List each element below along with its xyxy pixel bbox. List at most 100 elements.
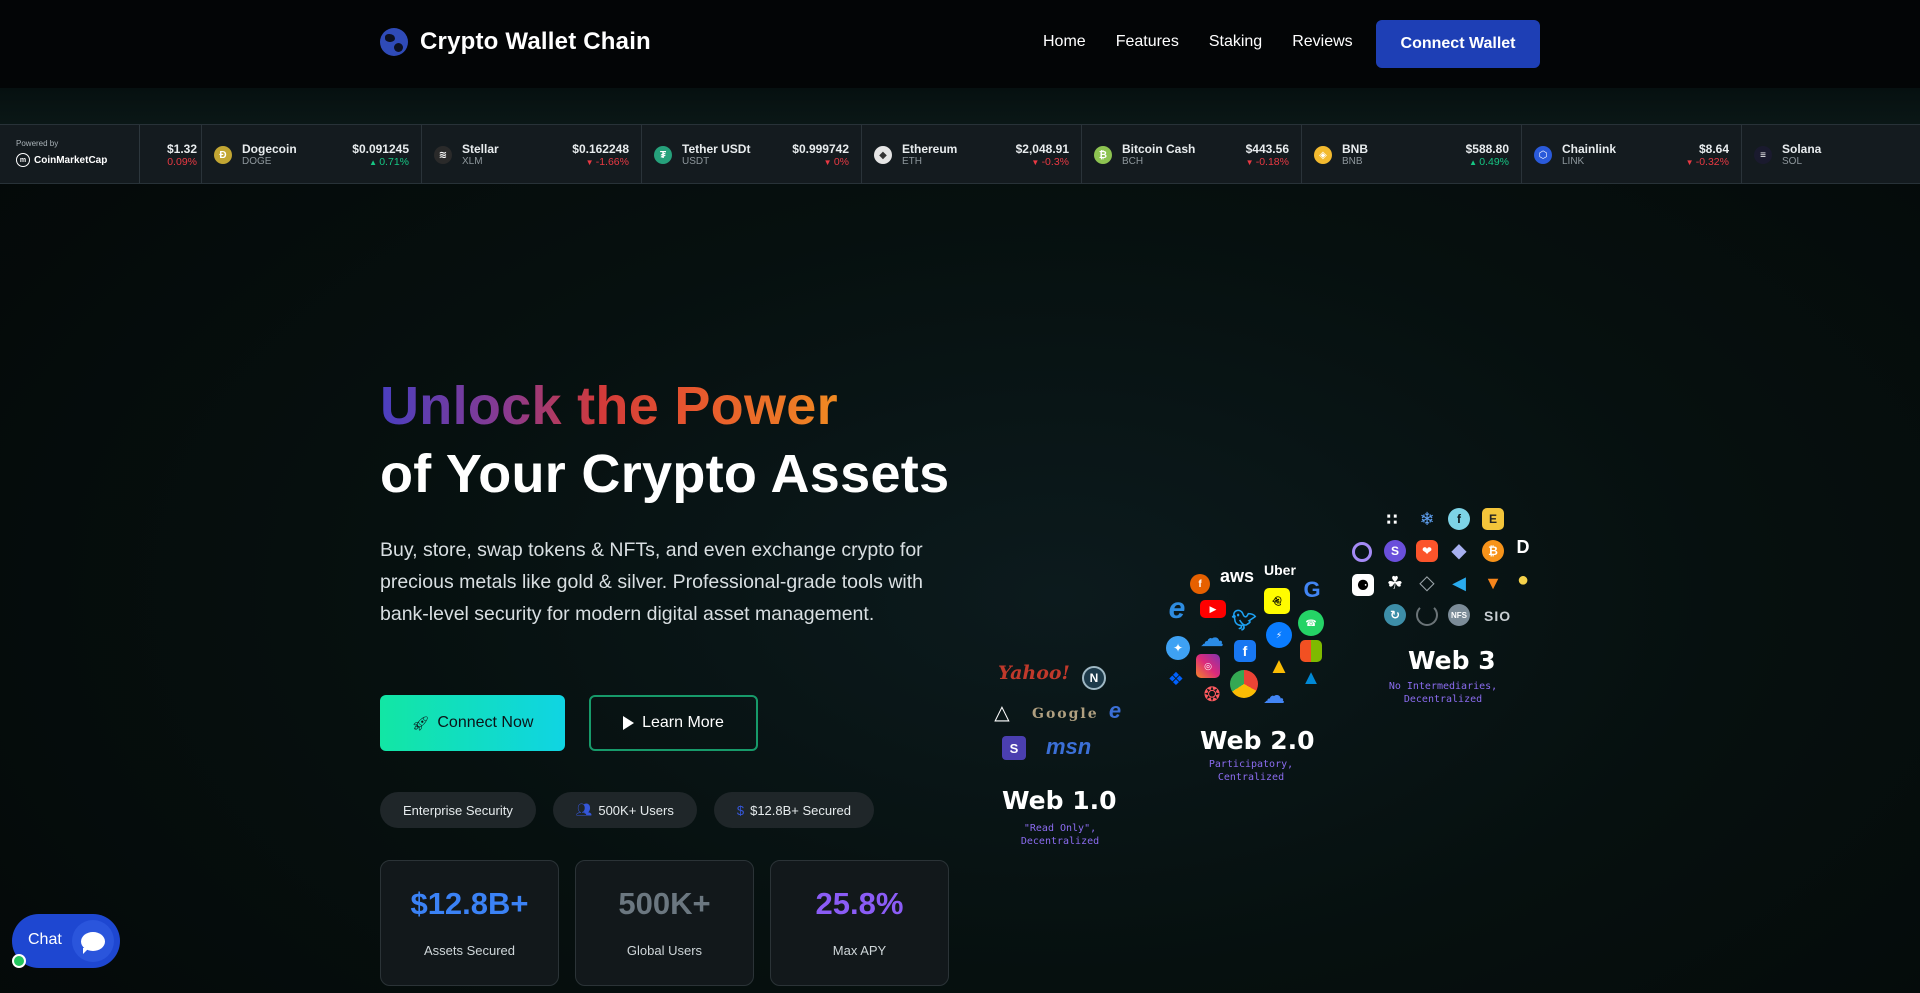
ticker-item[interactable]: ≋ Stellar XLM $0.162248 ▼ -1.66% bbox=[422, 125, 642, 183]
stat-card-apy: 25.8% Max APY bbox=[770, 860, 949, 986]
ticker-price: $2,048.91 bbox=[1015, 142, 1069, 156]
arrow-down-icon: ▼ bbox=[823, 158, 834, 167]
fantom-icon: f bbox=[1448, 508, 1470, 530]
connect-now-label: Connect Now bbox=[437, 714, 534, 731]
brave-icon: ❤︎ bbox=[1416, 540, 1438, 562]
ticker-name: Solana bbox=[1782, 142, 1822, 156]
loading-ring-icon bbox=[1416, 604, 1438, 626]
stat-label: Assets Secured bbox=[423, 943, 516, 958]
nav-link-reviews[interactable]: Reviews bbox=[1292, 33, 1352, 51]
ticker-item[interactable]: ≡SolanaSOL$80.▲ 1.0 bbox=[1742, 125, 1920, 183]
ticker-track: $1.32 0.09% Ð Dogecoin DOGE $0.091245 ▲ 0.71… bbox=[140, 125, 1920, 183]
ticker-item[interactable]: ⬡ Chainlink LINK $8.64 ▼ -0.32% bbox=[1522, 125, 1742, 183]
panda-icon: ⚈ bbox=[1352, 574, 1374, 596]
ethereum-icon: ◆ bbox=[1451, 539, 1467, 562]
nodes-icon: ☘︎ bbox=[1386, 572, 1404, 593]
cosmos-dots-icon: ∷ bbox=[1386, 512, 1398, 529]
ticker-item[interactable]: ◈ BNB BNB $588.80 ▲ 0.49% bbox=[1302, 125, 1522, 183]
lightbulb-icon: ● bbox=[1516, 568, 1530, 591]
ticker-item[interactable]: ₮ Tether USDt USDT $0.999742 ▼ 0% bbox=[642, 125, 862, 183]
edge-icon: e bbox=[1168, 592, 1186, 625]
learn-more-label: Learn More bbox=[642, 714, 724, 731]
web1-subtitle: "Read Only", Decentralized bbox=[1020, 823, 1100, 847]
ticker-change: ▼ 0% bbox=[824, 156, 849, 168]
sio-logo: SIO bbox=[1484, 608, 1512, 624]
metamask-icon: ▼ bbox=[1484, 572, 1502, 593]
stat-value: $12.8B+ bbox=[410, 886, 529, 921]
ie-icon: e bbox=[1108, 698, 1122, 723]
globe-icon bbox=[380, 28, 408, 56]
facebook-icon: f bbox=[1234, 640, 1256, 662]
ticker-item[interactable]: Ð Dogecoin DOGE $0.091245 ▲ 0.71% bbox=[202, 125, 422, 183]
rocket-icon: 🚀︎ bbox=[411, 714, 430, 731]
instagram-icon: ◎ bbox=[1196, 654, 1220, 678]
stats-row: $12.8B+ Assets Secured 500K+ Global User… bbox=[380, 860, 949, 986]
microsoft-icon bbox=[1300, 640, 1322, 662]
google-icon: G bbox=[1303, 577, 1321, 602]
coinmarketcap-icon: m bbox=[16, 153, 30, 167]
twitter-icon: 🐦︎ bbox=[1231, 609, 1257, 632]
google-cloud-icon: ☁︎ bbox=[1263, 683, 1285, 708]
nav-link-staking[interactable]: Staking bbox=[1209, 33, 1262, 51]
top-band bbox=[0, 88, 1920, 124]
snowflake-icon: ❄︎ bbox=[1419, 508, 1435, 529]
ticker-change: ▼ -1.66% bbox=[586, 156, 629, 168]
polkadot-ring-icon bbox=[1352, 542, 1372, 562]
powered-by[interactable]: Powered by m CoinMarketCap bbox=[0, 125, 140, 183]
dogecoin-icon: Ð bbox=[214, 146, 232, 164]
coinmarketcap-logo: m CoinMarketCap bbox=[16, 153, 139, 167]
snapchat-icon: 👻︎ bbox=[1264, 588, 1290, 614]
hero-title: Unlock the Power of Your Crypto Assets bbox=[380, 372, 949, 508]
ticker-change-value: 0.71% bbox=[379, 156, 409, 168]
cloud-icon: ☁︎ bbox=[1200, 624, 1224, 652]
ticker-change-value: 0% bbox=[833, 156, 849, 168]
ticker-price: $1.32 bbox=[166, 142, 197, 156]
ticker-item-partial[interactable]: $1.32 0.09% bbox=[140, 125, 202, 183]
nav-link-features[interactable]: Features bbox=[1116, 33, 1179, 51]
telegram-icon: ◀ bbox=[1452, 572, 1466, 593]
ticker-change: ▲ 0.71% bbox=[369, 156, 409, 168]
nav-link-home[interactable]: Home bbox=[1043, 33, 1086, 51]
ticker-name: Bitcoin Cash bbox=[1122, 142, 1196, 156]
ticker-price: $443.56 bbox=[1245, 142, 1289, 156]
ticker-symbol: XLM bbox=[462, 156, 483, 167]
arrow-down-icon: ▼ bbox=[585, 158, 596, 167]
stat-label: Max APY bbox=[832, 943, 887, 958]
navbar: Crypto Wallet Chain Home Features Stakin… bbox=[0, 0, 1920, 88]
badge-security: Enterprise Security bbox=[380, 792, 536, 828]
youtube-icon: ▶ bbox=[1200, 600, 1226, 618]
aws-logo: aws bbox=[1220, 566, 1255, 586]
connect-wallet-button[interactable]: Connect Wallet bbox=[1376, 20, 1540, 68]
arrow-down-icon: ▼ bbox=[1685, 158, 1696, 167]
ticker-name: BNB bbox=[1342, 142, 1368, 156]
ticker-name: Chainlink bbox=[1562, 142, 1617, 156]
ticker-item[interactable]: ◆ Ethereum ETH $2,048.91 ▼ -0.3% bbox=[862, 125, 1082, 183]
stellar-icon: ≋ bbox=[434, 146, 452, 164]
dollar-icon: $ bbox=[736, 802, 745, 818]
ticker-item[interactable]: ₿ Bitcoin Cash BCH $443.56 ▼ -0.18% bbox=[1082, 125, 1302, 183]
connect-now-button[interactable]: 🚀︎ Connect Now bbox=[380, 695, 565, 751]
web-evolution-graphic: Yahoo! N △ Google e S msn Web 1.0 "Read … bbox=[990, 500, 1550, 860]
google-drive-icon: ▲ bbox=[1268, 653, 1290, 678]
brand[interactable]: Crypto Wallet Chain bbox=[380, 28, 651, 56]
learn-more-button[interactable]: Learn More bbox=[589, 695, 758, 751]
web2-subtitle: Participatory, Centralized bbox=[1208, 759, 1294, 783]
ticker-symbol: SOL bbox=[1782, 156, 1803, 167]
web2-title: Web 2.0 bbox=[1200, 726, 1315, 755]
price-ticker: Powered by m CoinMarketCap $1.32 0.09% Ð… bbox=[0, 124, 1920, 184]
arrow-down-icon: ▼ bbox=[1031, 158, 1042, 167]
badge-secured: $ $12.8B+ Secured bbox=[713, 792, 874, 828]
chat-button[interactable]: Chat bbox=[12, 914, 120, 968]
badge-label: 500K+ Users bbox=[598, 802, 674, 818]
ticker-symbol: BCH bbox=[1122, 156, 1144, 167]
ticker-change: ▼ -0.3% bbox=[1031, 156, 1069, 168]
arrow-up-icon: ▲ bbox=[369, 158, 380, 167]
ticker-symbol: LINK bbox=[1562, 156, 1585, 167]
badge-users: 👥︎ 500K+ Users bbox=[552, 792, 697, 828]
hero-title-rest: of Your Crypto Assets bbox=[380, 444, 950, 504]
ticker-name: Ethereum bbox=[902, 142, 958, 156]
coinmarketcap-text: CoinMarketCap bbox=[34, 154, 108, 166]
ticker-price: $588.80 bbox=[1465, 142, 1509, 156]
netscape-icon: N bbox=[1082, 666, 1106, 690]
stat-card-assets: $12.8B+ Assets Secured bbox=[380, 860, 559, 986]
